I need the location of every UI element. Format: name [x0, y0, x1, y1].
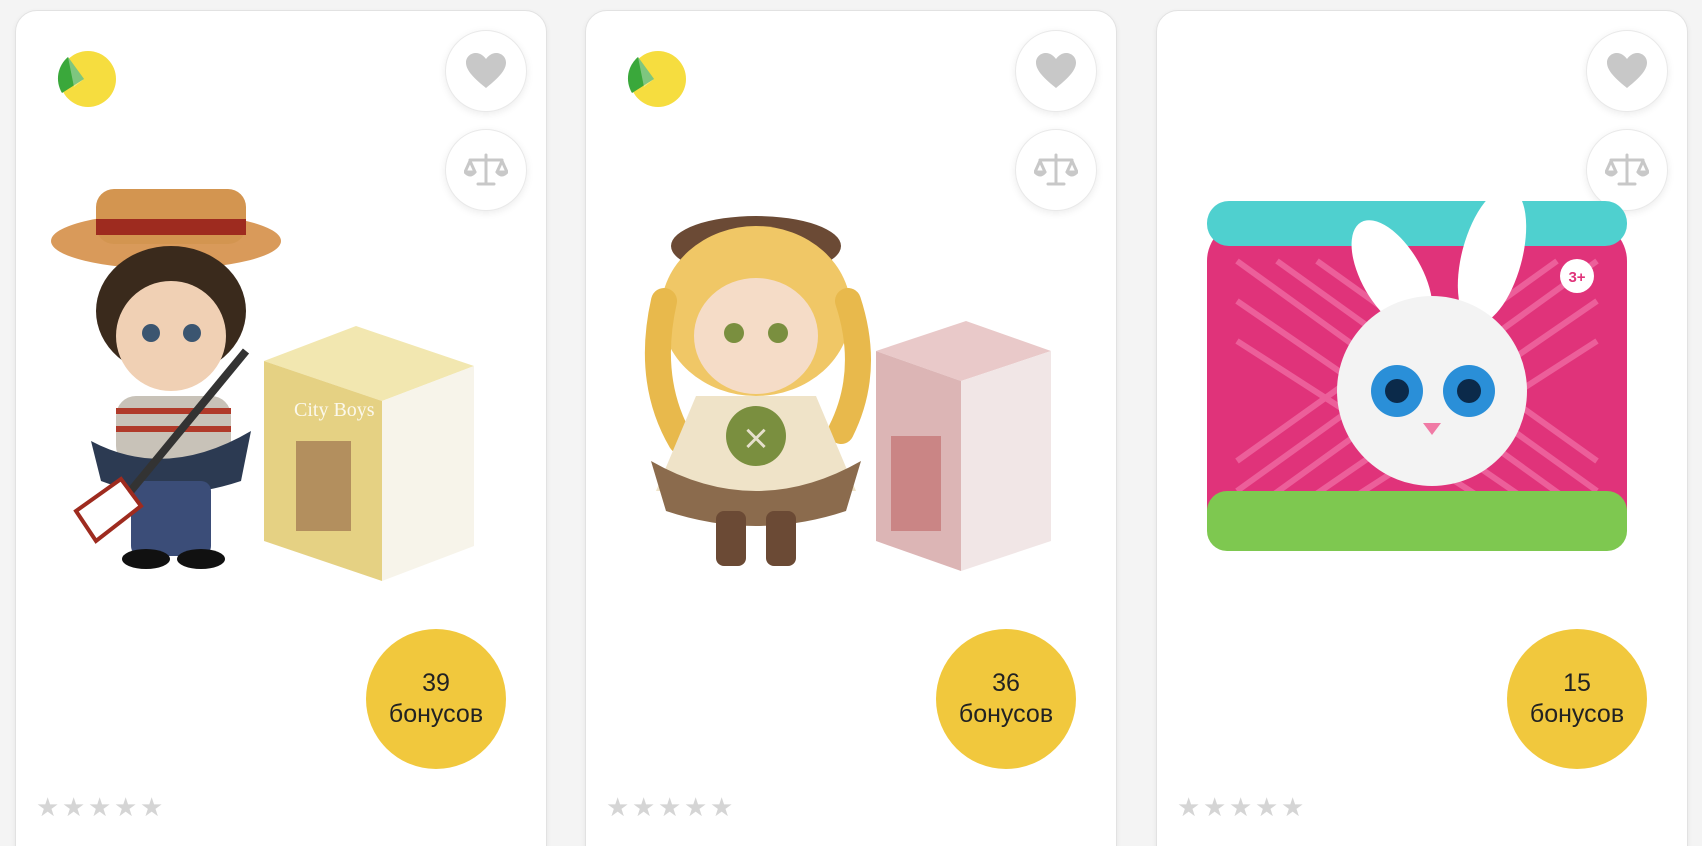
brand-logo-icon	[57, 51, 116, 107]
star-icon: ★	[658, 793, 682, 823]
star-icon: ★	[140, 793, 164, 823]
product-card[interactable]: City Boys 39 бонусов ★ ★ ★ ★ ★	[15, 10, 547, 846]
bonus-amount: 36	[992, 669, 1020, 697]
bonus-label: бонусов	[388, 700, 484, 728]
star-icon: ★	[1255, 793, 1279, 823]
product-card[interactable]: × 36 бонусов ★ ★ ★ ★ ★	[585, 10, 1117, 846]
star-icon: ★	[88, 793, 112, 823]
rating-stars: ★ ★ ★ ★ ★	[36, 793, 165, 823]
bonus-label: бонусов	[958, 700, 1054, 728]
star-icon: ★	[1281, 793, 1305, 823]
heart-icon	[1607, 53, 1647, 88]
heart-icon	[1036, 53, 1076, 88]
rating-stars: ★ ★ ★ ★ ★	[606, 793, 735, 823]
star-icon: ★	[606, 793, 630, 823]
star-icon: ★	[36, 793, 60, 823]
svg-text:×: ×	[742, 418, 771, 458]
bonus-badge: 36 бонусов	[936, 629, 1076, 769]
product-card[interactable]: 3+ 15 бонусов ★ ★ ★ ★ ★	[1156, 10, 1688, 846]
heart-icon	[466, 53, 506, 88]
star-icon: ★	[1229, 793, 1253, 823]
svg-text:3+: 3+	[1568, 269, 1585, 286]
brand-logo-icon	[627, 51, 686, 107]
star-icon: ★	[710, 793, 734, 823]
bonus-label: бонусов	[1529, 700, 1625, 728]
favorite-button[interactable]	[445, 30, 527, 112]
svg-text:City Boys: City Boys	[294, 399, 375, 421]
rating-stars: ★ ★ ★ ★ ★	[1177, 793, 1306, 823]
star-icon: ★	[632, 793, 656, 823]
star-icon: ★	[1177, 793, 1201, 823]
bonus-amount: 39	[422, 669, 450, 697]
favorite-button[interactable]	[1586, 30, 1668, 112]
bonus-amount: 15	[1563, 669, 1591, 697]
star-icon: ★	[1203, 793, 1227, 823]
product-image[interactable]: ×	[606, 161, 1096, 631]
star-icon: ★	[62, 793, 86, 823]
bonus-badge: 39 бонусов	[366, 629, 506, 769]
star-icon: ★	[114, 793, 138, 823]
star-icon: ★	[684, 793, 708, 823]
product-image[interactable]: 3+	[1177, 161, 1667, 631]
bonus-badge: 15 бонусов	[1507, 629, 1647, 769]
product-image[interactable]: City Boys	[36, 161, 526, 631]
favorite-button[interactable]	[1015, 30, 1097, 112]
product-grid: City Boys 39 бонусов ★ ★ ★ ★ ★ × 36 бону…	[0, 0, 1702, 846]
